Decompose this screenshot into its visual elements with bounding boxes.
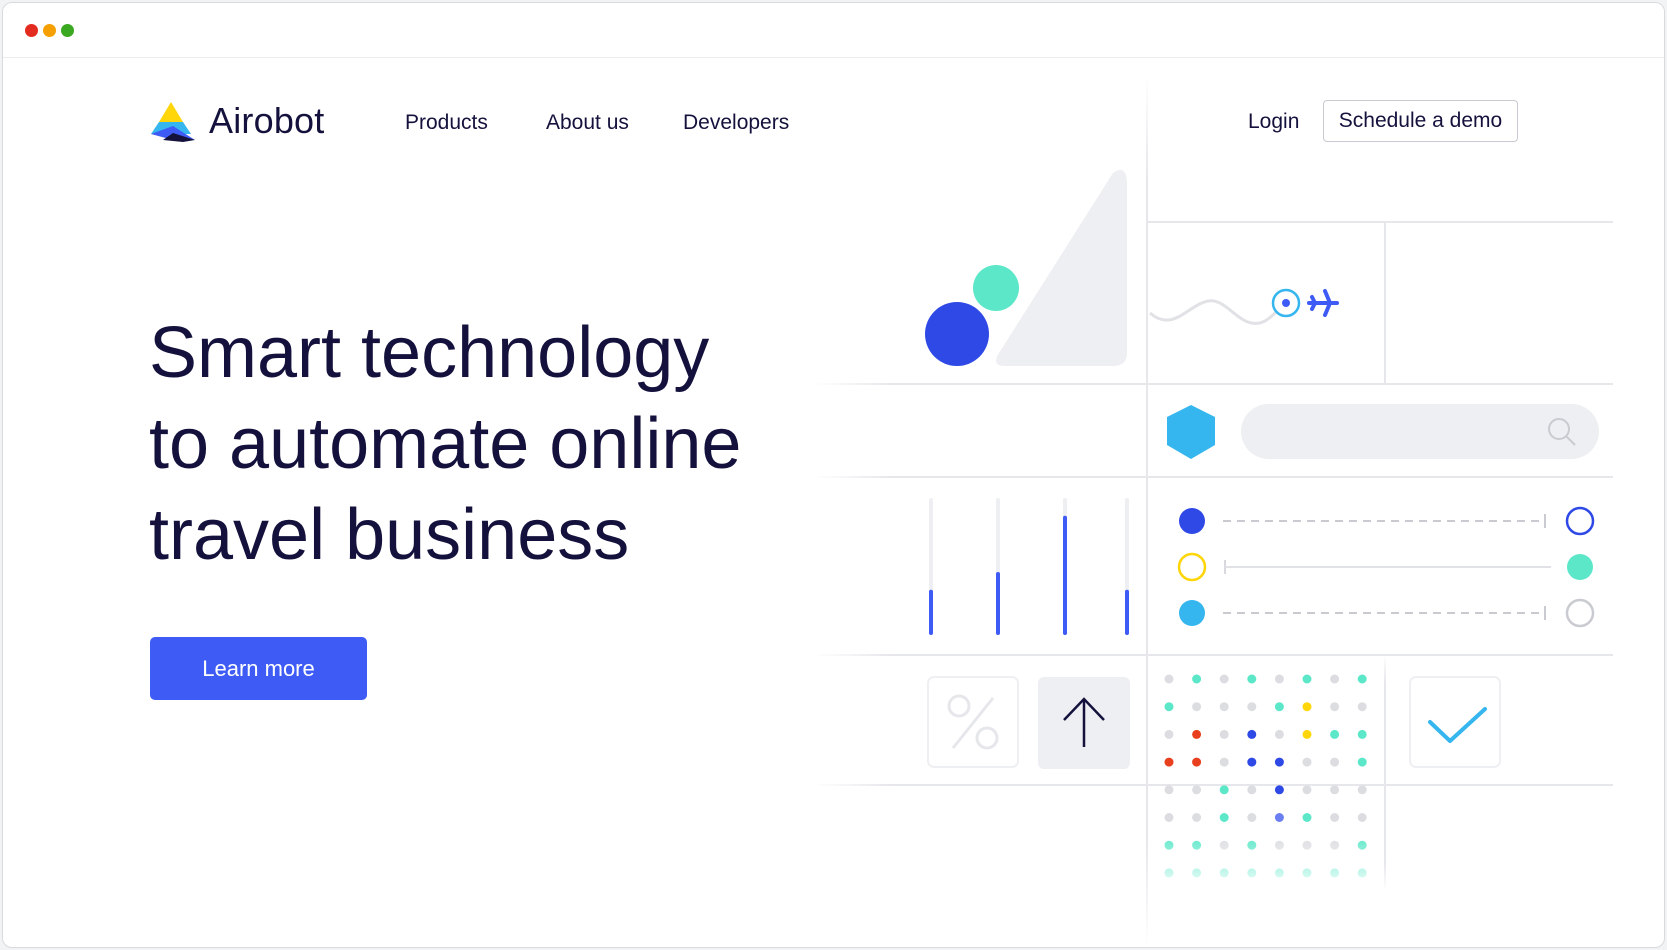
bar-fill — [1125, 589, 1129, 635]
matrix-dot — [1219, 757, 1229, 767]
matrix-dot — [1192, 674, 1202, 684]
checkmark-icon — [1409, 676, 1501, 768]
login-link[interactable]: Login — [1248, 110, 1299, 134]
matrix-dot — [1357, 729, 1367, 739]
matrix-dot — [1357, 813, 1367, 822]
connection-list — [1177, 506, 1595, 628]
percent-icon — [927, 676, 1019, 768]
matrix-dot — [1274, 757, 1284, 767]
matrix-dot — [1357, 757, 1367, 767]
flight-path — [1149, 299, 1285, 325]
nav-developers[interactable]: Developers — [683, 111, 789, 135]
hexagon-shape — [1167, 405, 1215, 459]
matrix-dot — [1192, 813, 1202, 822]
brand-name: Airobot — [209, 100, 325, 141]
matrix-dot — [1302, 813, 1312, 822]
matrix-dot — [1247, 813, 1257, 822]
blue-circle — [925, 302, 989, 366]
hero-headline-line: to automate online — [149, 404, 742, 484]
matrix-dot — [1330, 757, 1340, 767]
search-bar — [1241, 404, 1599, 459]
matrix-dot — [1302, 785, 1312, 795]
connection-row — [1177, 552, 1593, 582]
matrix-dot — [1302, 702, 1312, 712]
airobot-logo-icon — [151, 102, 195, 142]
matrix-dot — [1164, 785, 1174, 795]
matrix-dot — [1274, 813, 1284, 822]
matrix-dot — [1357, 785, 1367, 795]
matrix-dot — [1247, 674, 1257, 684]
matrix-dot — [1247, 702, 1257, 712]
matrix-dot — [1219, 674, 1229, 684]
browser-window: Airobot Products About us Developers Log… — [2, 2, 1665, 948]
matrix-dot — [1274, 785, 1284, 795]
matrix-dot — [1302, 757, 1312, 767]
matrix-dot — [1247, 757, 1257, 767]
location-pin-icon — [1271, 288, 1301, 318]
matrix-dot — [1192, 757, 1202, 767]
matrix-dot — [1302, 674, 1312, 684]
matrix-dot — [1192, 729, 1202, 739]
matrix-dot — [1274, 702, 1284, 712]
matrix-dot — [1164, 674, 1174, 684]
brand-logo[interactable]: Airobot — [149, 100, 324, 142]
matrix-dot — [1302, 729, 1312, 739]
hero-headline: Smart technology to automate online trav… — [149, 308, 741, 581]
bar-fill — [996, 571, 1000, 635]
connection-row — [1179, 598, 1595, 628]
matrix-dot — [1357, 702, 1367, 712]
matrix-dot — [1357, 674, 1367, 684]
hero-headline-line: Smart technology — [149, 313, 710, 393]
matrix-dot — [1164, 729, 1174, 739]
matrix-dot — [1330, 813, 1340, 822]
matrix-dot — [1164, 813, 1174, 822]
learn-more-button[interactable]: Learn more — [150, 637, 367, 700]
connection-row — [1179, 506, 1595, 536]
bar-fill — [1063, 515, 1067, 635]
matrix-dot — [1330, 785, 1340, 795]
matrix-dot — [1219, 813, 1229, 822]
nav-products[interactable]: Products — [405, 111, 488, 135]
matrix-dot — [1164, 702, 1174, 712]
arrow-up-icon — [1038, 677, 1130, 769]
bar-levels — [929, 498, 1129, 635]
matrix-dot — [1192, 702, 1202, 712]
schedule-demo-button[interactable]: Schedule a demo — [1323, 100, 1518, 142]
matrix-dot — [1164, 757, 1174, 767]
matrix-dot — [1330, 674, 1340, 684]
matrix-dot — [1219, 729, 1229, 739]
triangle-shape — [996, 169, 1127, 366]
bar-fill — [929, 589, 933, 635]
hero-headline-line: travel business — [149, 495, 630, 575]
matrix-dot — [1219, 702, 1229, 712]
matrix-dot — [1274, 729, 1284, 739]
airplane-icon — [1307, 289, 1339, 317]
matrix-dot — [1330, 702, 1340, 712]
teal-circle — [973, 265, 1019, 311]
nav-about-us[interactable]: About us — [546, 111, 629, 135]
matrix-dot — [1330, 729, 1340, 739]
matrix-dot — [1219, 785, 1229, 795]
matrix-dot — [1247, 729, 1257, 739]
matrix-dot — [1192, 785, 1202, 795]
matrix-dot — [1274, 674, 1284, 684]
matrix-dot — [1247, 785, 1257, 795]
